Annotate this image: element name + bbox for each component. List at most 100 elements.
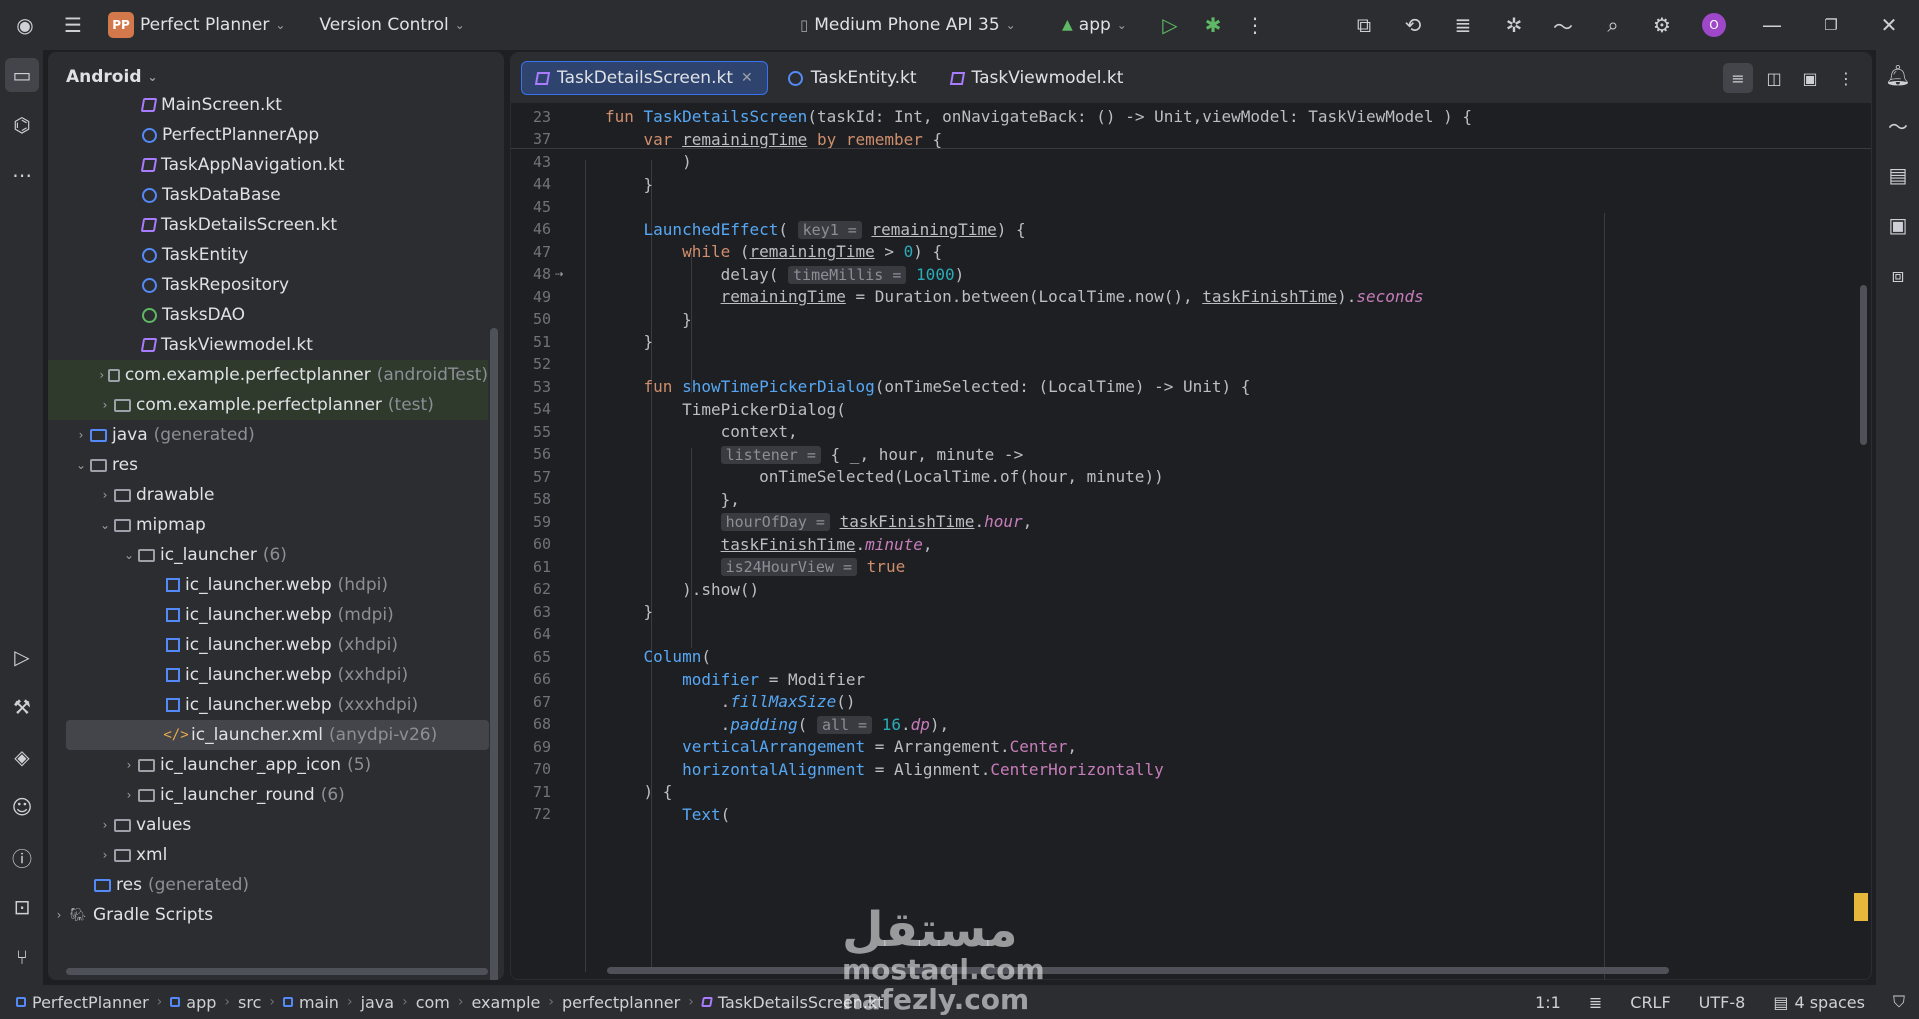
terminal-icon[interactable]: ⊡ — [5, 890, 39, 924]
file-encoding[interactable]: UTF-8 — [1699, 993, 1746, 1012]
tab-task-details-screen[interactable]: TaskDetailsScreen.kt ✕ — [521, 61, 768, 95]
more-actions-icon[interactable]: ⋮ — [1240, 10, 1270, 40]
chevron-right-icon[interactable]: › — [96, 818, 114, 832]
close-icon[interactable]: ✕ — [1874, 10, 1904, 40]
bug-icon[interactable]: ✲ — [1499, 10, 1529, 40]
device-explorer-icon[interactable]: ▤ — [1881, 158, 1915, 192]
logcat-cat-icon[interactable]: ☺ — [5, 790, 39, 824]
tree-item-selected[interactable]: </> ic_launcher.xml (anydpi-v26) — [66, 720, 489, 750]
tree-item[interactable]: MainScreen.kt — [48, 90, 488, 120]
line-separator[interactable]: CRLF — [1630, 993, 1670, 1012]
lock-icon[interactable]: ⛉ — [1893, 992, 1905, 1012]
version-control-menu[interactable]: Version Control ⌄ — [319, 15, 464, 35]
design-view-icon[interactable]: ▣ — [1795, 63, 1825, 93]
editor-horizontal-scrollbar[interactable] — [607, 967, 1669, 974]
tree-item[interactable]: ⌄ mipmap — [48, 510, 488, 540]
breadcrumb-item[interactable]: PerfectPlanner — [16, 993, 149, 1012]
gear-icon[interactable]: ⚙ — [1647, 10, 1677, 40]
tree-item[interactable]: TaskDetailsScreen.kt — [48, 210, 488, 240]
resource-manager-icon[interactable]: ⌬ — [5, 108, 39, 142]
chevron-right-icon[interactable]: › — [96, 398, 114, 412]
chevron-right-icon[interactable]: › — [120, 788, 138, 802]
tree-item[interactable]: ic_launcher.webp (mdpi) — [48, 600, 488, 630]
close-icon[interactable]: ✕ — [741, 70, 753, 86]
gem-icon[interactable]: ◈ — [5, 740, 39, 774]
device-manager-icon[interactable]: ⧉ — [1349, 10, 1379, 40]
minimize-icon[interactable]: — — [1757, 10, 1787, 40]
notifications-bell-icon[interactable]: 🔔︎ — [1881, 58, 1915, 92]
breadcrumb-item[interactable]: com — [416, 993, 450, 1012]
more-tools-icon[interactable]: ⋯ — [5, 158, 39, 192]
chevron-right-icon[interactable]: › — [96, 368, 108, 382]
chevron-down-icon[interactable]: ⌄ — [120, 548, 138, 562]
chevron-right-icon[interactable]: › — [50, 908, 68, 922]
editor-vertical-scrollbar[interactable] — [1860, 285, 1867, 445]
tree-item[interactable]: ic_launcher.webp (xxxhdpi) — [48, 690, 488, 720]
breadcrumb-item[interactable]: perfectplanner — [562, 993, 680, 1012]
device-mirroring-icon[interactable]: ⧈ — [1881, 258, 1915, 292]
project-tool-folder-icon[interactable]: ▭ — [5, 58, 39, 92]
run-tool-icon[interactable]: ▷ — [5, 640, 39, 674]
tree-item[interactable]: › com.example.perfectplanner (test) — [48, 390, 488, 420]
translate-icon[interactable]: ⟲ — [1398, 10, 1428, 40]
chevron-right-icon[interactable]: › — [72, 428, 90, 442]
tree-item[interactable]: › values — [48, 810, 488, 840]
chevron-right-icon[interactable]: › — [120, 758, 138, 772]
project-selector[interactable]: PP Perfect Planner ⌄ — [108, 12, 285, 38]
code-line[interactable]: 72 Text( — [511, 801, 1871, 829]
scrollbar-warning-marker[interactable] — [1854, 893, 1868, 921]
account-avatar[interactable]: O — [1702, 13, 1726, 37]
breadcrumb-item[interactable]: src — [238, 993, 261, 1012]
tree-item[interactable]: ⌄ res — [48, 450, 488, 480]
logcat-icon[interactable]: ≣ — [1448, 10, 1478, 40]
breadcrumb-item[interactable]: example — [471, 993, 540, 1012]
search-icon[interactable]: ⌕ — [1598, 10, 1628, 40]
restore-icon[interactable]: ❐ — [1816, 10, 1846, 40]
breadcrumb-item[interactable]: main — [282, 993, 339, 1012]
tree-item[interactable]: TaskViewmodel.kt — [48, 330, 488, 360]
tab-task-viewmodel[interactable]: TaskViewmodel.kt — [937, 60, 1138, 96]
chevron-down-icon[interactable]: ⌄ — [72, 458, 90, 472]
project-horizontal-scrollbar[interactable] — [66, 968, 488, 975]
gemini-icon[interactable]: 〜 — [1881, 108, 1915, 142]
tree-item[interactable]: › java (generated) — [48, 420, 488, 450]
breadcrumb-item[interactable]: java — [361, 993, 395, 1012]
profiler-icon[interactable]: 〜 — [1548, 10, 1578, 40]
tree-item[interactable]: TaskDataBase — [48, 180, 488, 210]
tree-item[interactable]: PerfectPlannerApp — [48, 120, 488, 150]
tree-item[interactable]: ic_launcher.webp (xhdpi) — [48, 630, 488, 660]
tree-item[interactable]: TaskRepository — [48, 270, 488, 300]
tree-item[interactable]: TaskAppNavigation.kt — [48, 150, 488, 180]
problems-icon[interactable]: ⓘ — [5, 840, 39, 874]
device-selector[interactable]: ▯ Medium Phone API 35 ⌄ — [800, 15, 1016, 35]
chevron-right-icon[interactable]: › — [96, 488, 114, 502]
android-studio-logo-icon[interactable]: ◉ — [10, 10, 40, 40]
run-config-selector[interactable]: ▲ app ⌄ — [1062, 15, 1127, 35]
indent-widget[interactable]: ▤ 4 spaces — [1773, 993, 1865, 1012]
tree-item[interactable]: ⌄ ic_launcher (6) — [48, 540, 488, 570]
tree-item[interactable]: TasksDAO — [48, 300, 488, 330]
tree-item[interactable]: › ic_launcher_round (6) — [48, 780, 488, 810]
caret-position[interactable]: 1:1 — [1535, 993, 1561, 1012]
tree-item[interactable]: ic_launcher.webp (xxhdpi) — [48, 660, 488, 690]
project-vertical-scrollbar[interactable] — [490, 328, 498, 980]
tree-item[interactable]: › xml — [48, 840, 488, 870]
split-view-icon[interactable]: ◫ — [1759, 63, 1789, 93]
build-hammer-icon[interactable]: ⚒ — [5, 690, 39, 724]
more-options-icon[interactable]: ⋮ — [1831, 63, 1861, 93]
git-icon[interactable]: ⑂ — [5, 940, 39, 974]
tree-item[interactable]: › ic_launcher_app_icon (5) — [48, 750, 488, 780]
chevron-right-icon[interactable]: › — [96, 848, 114, 862]
debug-icon[interactable]: ✱ — [1198, 10, 1228, 40]
tree-item[interactable]: › 🐘︎ Gradle Scripts — [48, 900, 488, 930]
chevron-down-icon[interactable]: ⌄ — [96, 518, 114, 532]
list-icon[interactable]: ≣ — [1589, 993, 1602, 1012]
tab-task-entity[interactable]: TaskEntity.kt — [774, 60, 931, 96]
run-icon[interactable]: ▷ — [1155, 10, 1185, 40]
running-devices-icon[interactable]: ▣ — [1881, 208, 1915, 242]
tree-item[interactable]: › drawable — [48, 480, 488, 510]
breadcrumb-item[interactable]: app — [170, 993, 216, 1012]
tree-item[interactable]: TaskEntity — [48, 240, 488, 270]
code-view-icon[interactable]: ≡ — [1723, 63, 1753, 93]
tree-item[interactable]: › com.example.perfectplanner (androidTes… — [48, 360, 488, 390]
